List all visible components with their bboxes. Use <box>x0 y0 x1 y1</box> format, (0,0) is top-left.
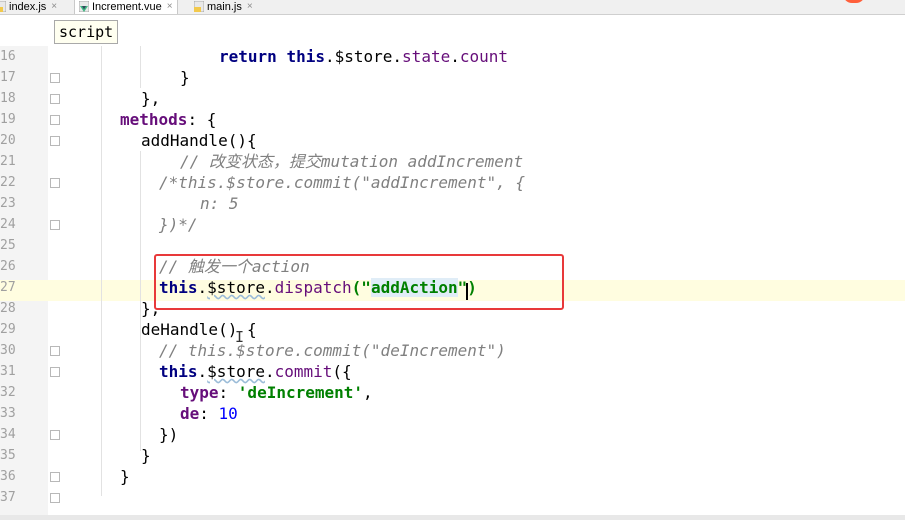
fold-marker-icon[interactable] <box>50 115 60 125</box>
close-icon[interactable]: × <box>247 1 253 13</box>
line-number: 23 <box>0 196 16 211</box>
fold-marker-icon[interactable] <box>50 94 60 104</box>
line-number: 24 <box>0 217 16 232</box>
ibeam-cursor-icon: I <box>235 328 245 346</box>
code-token: . <box>264 362 275 381</box>
code-line-32: type: 'deIncrement', <box>180 382 373 403</box>
line-number: 20 <box>0 133 16 148</box>
fold-marker-icon[interactable] <box>50 73 60 83</box>
code-line-21: // 改变状态，提交mutation addIncrement <box>180 152 524 171</box>
code-line-30: // this.$store.commit("deIncrement") <box>159 341 506 360</box>
code-token: this <box>286 47 325 66</box>
tab-main-js[interactable]: main.js × <box>194 0 253 14</box>
fold-marker-icon[interactable] <box>50 220 60 230</box>
line-number: 26 <box>0 259 16 274</box>
code-token: . <box>324 47 335 66</box>
breadcrumb[interactable]: script <box>54 20 119 44</box>
line-number: 35 <box>0 448 16 463</box>
editor-tab-bar: index.js × Increment.vue × main.js × <box>0 0 905 15</box>
code-token: : <box>199 404 219 423</box>
fold-marker-icon[interactable] <box>50 493 60 503</box>
indent-guide <box>140 46 141 88</box>
line-number: 31 <box>0 364 16 379</box>
code-line-18: }, <box>141 89 161 108</box>
code-token: state <box>402 47 451 66</box>
line-number: 29 <box>0 322 16 337</box>
tab-increment-vue[interactable]: Increment.vue × <box>74 0 178 14</box>
indent-guide <box>101 46 102 496</box>
code-token: . <box>197 362 208 381</box>
code-line-16: return this.$store.state.count <box>219 46 508 67</box>
code-token: return <box>219 47 277 66</box>
tab-label: Increment.vue <box>92 1 162 13</box>
code-line-35: } <box>141 446 151 465</box>
code-token: , <box>363 383 373 402</box>
line-number: 18 <box>0 91 16 106</box>
js-file-icon <box>0 0 6 12</box>
code-token: : <box>218 383 238 402</box>
code-token: this <box>159 362 198 381</box>
code-token: 10 <box>218 404 238 423</box>
line-number: 33 <box>0 406 16 421</box>
code-token: $store <box>207 362 265 381</box>
line-number: 37 <box>0 490 16 505</box>
code-token: . <box>392 47 403 66</box>
line-number: 34 <box>0 427 16 442</box>
line-number: 32 <box>0 385 16 400</box>
code-token: : { <box>187 110 217 129</box>
fold-marker-icon[interactable] <box>50 472 60 482</box>
code-token: commit <box>274 362 333 381</box>
line-number: 27 <box>0 280 16 295</box>
fold-marker-icon[interactable] <box>50 178 60 188</box>
line-number: 36 <box>0 469 16 484</box>
fold-marker-icon[interactable] <box>50 367 60 377</box>
code-line-17: } <box>180 68 190 87</box>
code-line-34: }) <box>159 425 179 444</box>
line-number: 28 <box>0 301 16 316</box>
tab-label: main.js <box>207 1 242 13</box>
line-number: 21 <box>0 154 16 169</box>
code-line-24: })*/ <box>159 215 198 234</box>
tab-index-js[interactable]: index.js × <box>0 0 57 14</box>
window-accent-shape <box>843 0 865 3</box>
close-icon[interactable]: × <box>51 1 57 13</box>
js-file-icon <box>194 0 204 12</box>
fold-marker-icon[interactable] <box>50 346 60 356</box>
highlight-annotation-box <box>154 254 564 310</box>
close-icon[interactable]: × <box>167 1 173 13</box>
code-line-19: methods: { <box>120 109 216 130</box>
tab-label: index.js <box>9 1 47 13</box>
line-number: 30 <box>0 343 16 358</box>
code-line-33: de: 10 <box>180 403 238 424</box>
code-token: ({ <box>332 362 352 381</box>
code-line-31: this.$store.commit({ <box>159 361 352 382</box>
line-number: 19 <box>0 112 16 127</box>
vue-file-icon <box>79 0 89 12</box>
code-line-36: } <box>120 467 130 486</box>
line-number: 22 <box>0 175 16 190</box>
code-token: de <box>180 404 200 423</box>
fold-marker-icon[interactable] <box>50 136 60 146</box>
code-token: type <box>180 383 219 402</box>
code-token: count <box>459 47 509 66</box>
code-token: 'deIncrement' <box>237 383 364 402</box>
horizontal-scrollbar[interactable] <box>0 515 905 520</box>
text-caret <box>466 283 468 300</box>
line-number: 17 <box>0 70 16 85</box>
code-line-22: /*this.$store.commit("addIncrement", { <box>159 173 526 192</box>
fold-marker-icon[interactable] <box>50 430 60 440</box>
code-token: . <box>450 47 460 66</box>
line-number: 16 <box>0 49 16 64</box>
code-token: $store <box>334 47 393 66</box>
code-token: methods <box>120 110 188 129</box>
code-line-23: n: 5 <box>200 194 239 213</box>
line-number: 25 <box>0 238 16 253</box>
code-line-20: addHandle(){ <box>141 131 257 150</box>
